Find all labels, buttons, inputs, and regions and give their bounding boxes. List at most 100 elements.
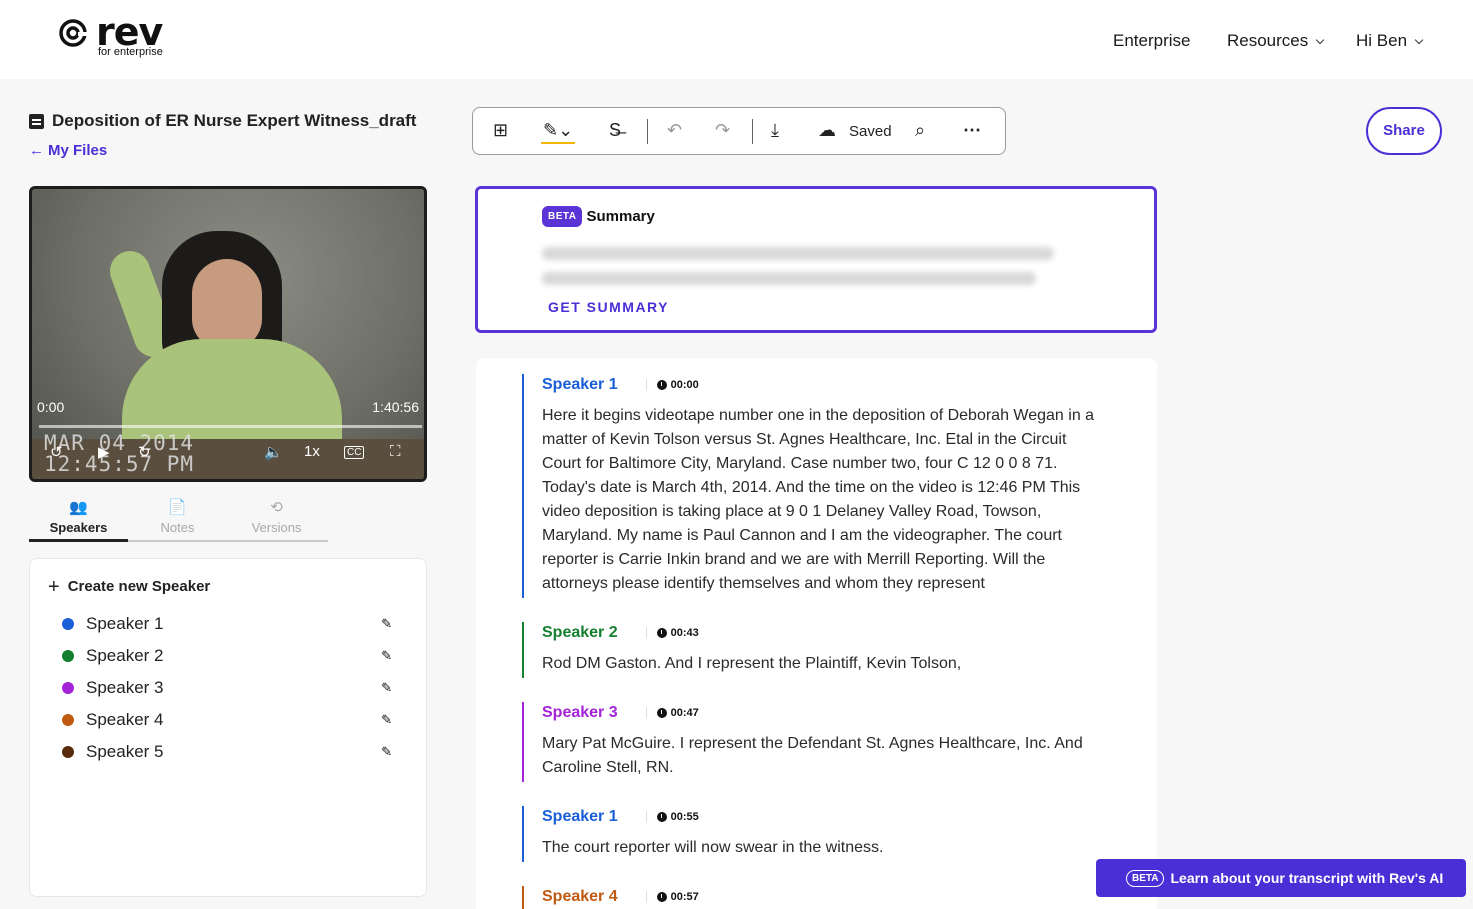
segment-speaker-name[interactable]: Speaker 4 xyxy=(542,888,618,906)
speaker-list-item[interactable]: Speaker 4 ✎ xyxy=(62,708,392,732)
edit-pencil-icon[interactable]: ✎ xyxy=(381,744,392,760)
user-greeting: Hi Ben xyxy=(1356,31,1408,50)
tab-versions[interactable]: ⟲ Versions xyxy=(227,496,326,542)
nav-resources-dropdown[interactable]: Resources xyxy=(1227,31,1325,51)
video-stamp-date: MAR 04 2014 xyxy=(44,431,195,455)
segment-text[interactable]: Rod DM Gaston. And I represent the Plain… xyxy=(542,652,1102,676)
summary-title: Summary xyxy=(586,208,655,225)
speaker-name: Speaker 3 xyxy=(86,678,164,697)
user-menu-dropdown[interactable]: Hi Ben xyxy=(1356,31,1424,51)
plus-icon: + xyxy=(48,575,60,598)
clock-icon xyxy=(656,708,667,718)
speaker-list-item[interactable]: Speaker 5 ✎ xyxy=(62,740,392,764)
editor-toolbar: ⊞ ✎⌄ S̶ ↶ ↷ ⤓ ☁ Saved ⌕ ⋯ xyxy=(472,107,1006,155)
volume-icon[interactable]: 🔈 xyxy=(264,443,283,461)
clock-icon xyxy=(656,628,667,638)
playback-speed-button[interactable]: 1x xyxy=(304,443,320,460)
ai-banner-label: Learn about your transcript with Rev's A… xyxy=(1170,870,1444,886)
segment-timestamp[interactable]: 00:57 xyxy=(645,891,699,903)
tab-speakers[interactable]: 👥 Speakers xyxy=(29,496,128,542)
arrow-left-icon: ← xyxy=(29,142,44,159)
back-to-my-files-link[interactable]: ← My Files xyxy=(29,142,107,159)
video-progress-bar[interactable] xyxy=(39,425,422,428)
segment-speaker-name[interactable]: Speaker 1 xyxy=(542,376,618,394)
nav-enterprise[interactable]: Enterprise xyxy=(1113,31,1190,51)
document-icon xyxy=(29,114,44,129)
create-new-speaker-button[interactable]: + Create new Speaker xyxy=(48,575,211,598)
speakers-panel: + Create new Speaker Speaker 1 ✎ Speaker… xyxy=(29,558,427,897)
speaker-color-dot xyxy=(62,650,74,662)
segment-timestamp[interactable]: 00:55 xyxy=(645,811,699,823)
speaker-color-dot xyxy=(62,618,74,630)
rev-logo[interactable]: rev for enterprise xyxy=(58,10,198,64)
video-content xyxy=(192,259,262,349)
speaker-list-item[interactable]: Speaker 2 ✎ xyxy=(62,644,392,668)
create-speaker-label: Create new Speaker xyxy=(67,578,211,595)
forward-icon[interactable]: ↻ xyxy=(138,443,151,461)
edit-pencil-icon[interactable]: ✎ xyxy=(381,712,392,728)
cloud-icon: ☁ xyxy=(818,120,836,140)
video-current-time: 0:00 xyxy=(37,399,65,415)
segment-time-value: 00:55 xyxy=(670,811,699,823)
highlight-color-indicator xyxy=(541,142,575,144)
speakers-icon: 👥 xyxy=(69,499,88,516)
transcript-segment[interactable]: Speaker 4 00:57 xyxy=(522,886,1102,909)
transcript-panel: Speaker 1 00:00 Here it begins videotape… xyxy=(476,358,1157,909)
speaker-list-item[interactable]: Speaker 1 ✎ xyxy=(62,612,392,636)
chevron-down-icon xyxy=(1414,35,1424,44)
left-panel-tabs: 👥 Speakers 📄 Notes ⟲ Versions xyxy=(29,496,328,542)
segment-time-value: 00:43 xyxy=(670,627,699,639)
transcript-segment[interactable]: Speaker 2 00:43 Rod DM Gaston. And I rep… xyxy=(522,622,1102,678)
redo-icon[interactable]: ↷ xyxy=(715,120,730,141)
get-summary-button[interactable]: GET SUMMARY xyxy=(548,299,669,315)
ai-summary-card: BETA Summary GET SUMMARY xyxy=(475,186,1157,333)
search-icon[interactable]: ⌕ xyxy=(915,120,925,141)
notes-icon: 📄 xyxy=(168,499,187,516)
segment-time-value: 00:00 xyxy=(670,379,699,391)
file-title[interactable]: Deposition of ER Nurse Expert Witness_dr… xyxy=(52,111,416,131)
video-player[interactable]: MAR 04 2014 12:45:57 PM 0:00 1:40:56 ↺ ▶… xyxy=(29,186,427,482)
segment-timestamp[interactable]: 00:47 xyxy=(645,707,699,719)
fullscreen-icon[interactable]: ⛶ xyxy=(390,443,401,460)
tab-notes-label: Notes xyxy=(160,520,195,535)
rev-ai-banner-button[interactable]: BETA Learn about your transcript with Re… xyxy=(1096,859,1466,897)
share-button[interactable]: Share xyxy=(1366,107,1442,155)
rewind-icon[interactable]: ↺ xyxy=(50,443,63,461)
segment-timestamp[interactable]: 00:43 xyxy=(645,627,699,639)
speaker-list-item[interactable]: Speaker 3 ✎ xyxy=(62,676,392,700)
edit-pencil-icon[interactable]: ✎ xyxy=(381,648,392,664)
chevron-down-icon xyxy=(1316,35,1325,44)
segment-text[interactable]: Mary Pat McGuire. I represent the Defend… xyxy=(542,732,1102,780)
add-comment-icon[interactable]: ⊞ xyxy=(493,120,508,141)
video-timestamp-overlay: MAR 04 2014 12:45:57 PM xyxy=(44,433,194,475)
undo-icon[interactable]: ↶ xyxy=(667,120,682,141)
speaker-color-dot xyxy=(62,746,74,758)
transcript-segment[interactable]: Speaker 1 00:00 Here it begins videotape… xyxy=(522,374,1102,598)
more-options-icon[interactable]: ⋯ xyxy=(963,120,981,141)
toolbar-divider xyxy=(752,119,753,144)
transcript-segment[interactable]: Speaker 3 00:47 Mary Pat McGuire. I repr… xyxy=(522,702,1102,782)
highlight-pen-icon[interactable]: ✎⌄ xyxy=(543,120,573,141)
segment-text[interactable]: Here it begins videotape number one in t… xyxy=(542,404,1102,596)
toolbar-divider xyxy=(647,119,648,144)
transcript-segment[interactable]: Speaker 1 00:55 The court reporter will … xyxy=(522,806,1102,862)
closed-captions-button[interactable]: CC xyxy=(344,446,365,459)
back-link-label: My Files xyxy=(48,142,108,159)
segment-speaker-name[interactable]: Speaker 2 xyxy=(542,624,618,642)
tab-versions-label: Versions xyxy=(251,520,302,535)
speaker-name: Speaker 1 xyxy=(86,614,164,633)
edit-pencil-icon[interactable]: ✎ xyxy=(381,616,392,632)
segment-speaker-name[interactable]: Speaker 3 xyxy=(542,704,618,722)
speaker-name: Speaker 4 xyxy=(86,710,164,729)
tab-notes[interactable]: 📄 Notes xyxy=(128,496,227,542)
video-stamp-time: 12:45:57 PM xyxy=(44,452,195,476)
edit-pencil-icon[interactable]: ✎ xyxy=(381,680,392,696)
speaker-name: Speaker 5 xyxy=(86,742,164,761)
strikethrough-icon[interactable]: S̶ xyxy=(609,120,621,141)
speaker-color-dot xyxy=(62,714,74,726)
play-icon[interactable]: ▶ xyxy=(98,443,110,461)
segment-speaker-name[interactable]: Speaker 1 xyxy=(542,808,618,826)
segment-text[interactable]: The court reporter will now swear in the… xyxy=(542,836,1102,860)
segment-timestamp[interactable]: 00:00 xyxy=(645,379,699,391)
download-icon[interactable]: ⤓ xyxy=(771,120,779,141)
